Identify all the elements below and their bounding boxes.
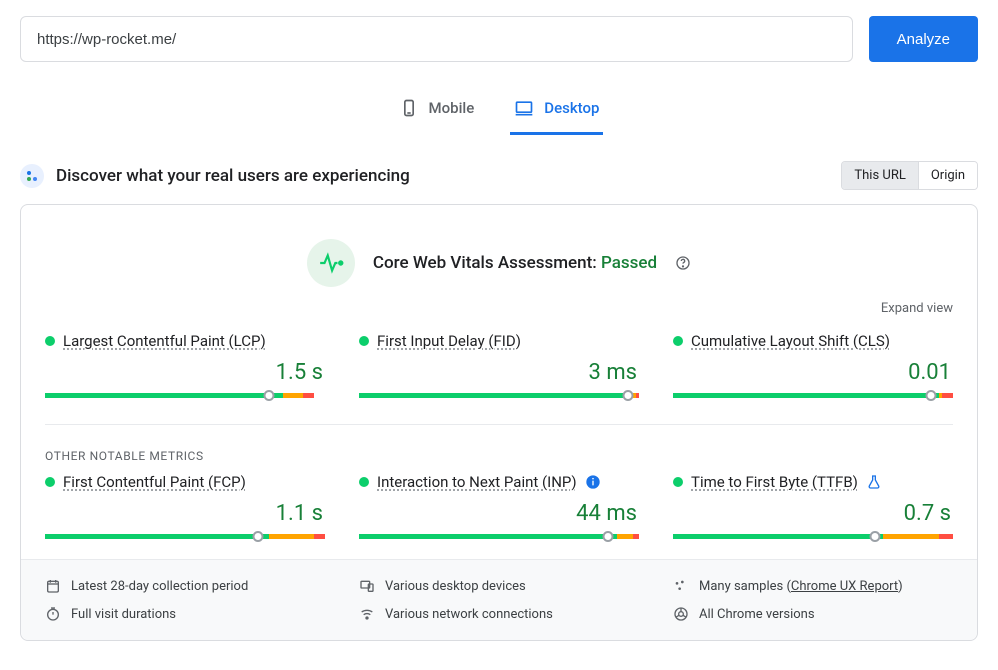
status-dot xyxy=(359,336,369,346)
status-dot xyxy=(359,477,369,487)
tab-mobile-label: Mobile xyxy=(429,99,475,117)
metric-fcp-label[interactable]: First Contentful Paint (FCP) xyxy=(63,473,246,491)
status-dot xyxy=(45,336,55,346)
timer-icon xyxy=(45,606,61,622)
scope-segmented: This URL Origin xyxy=(841,161,978,190)
footer-period: Latest 28-day collection period xyxy=(45,578,325,594)
metric-fcp-value: 1.1 s xyxy=(45,501,325,526)
other-metrics-header: OTHER NOTABLE METRICS xyxy=(21,425,977,467)
footer-samples: Many samples (Chrome UX Report) xyxy=(673,578,953,594)
scatter-icon xyxy=(673,578,689,594)
tab-mobile[interactable]: Mobile xyxy=(395,86,479,135)
status-dot xyxy=(45,477,55,487)
scope-origin[interactable]: Origin xyxy=(918,162,977,189)
info-icon[interactable] xyxy=(585,474,601,490)
footer-network: Various network connections xyxy=(359,606,639,622)
metric-cls: Cumulative Layout Shift (CLS) 0.01 xyxy=(673,332,953,398)
assessment-prefix: Core Web Vitals Assessment: xyxy=(373,253,601,273)
flask-icon[interactable] xyxy=(866,474,882,490)
metric-fcp-bar xyxy=(45,534,325,539)
chrome-ux-report-link[interactable]: Chrome UX Report xyxy=(791,579,898,594)
metric-fid-value: 3 ms xyxy=(359,360,639,385)
metric-inp-value: 44 ms xyxy=(359,501,639,526)
metric-inp-label[interactable]: Interaction to Next Paint (INP) xyxy=(377,473,577,491)
device-tabs: Mobile Desktop xyxy=(20,86,978,135)
metric-lcp-value: 1.5 s xyxy=(45,360,325,385)
metric-ttfb-value: 0.7 s xyxy=(673,501,953,526)
desktop-icon xyxy=(514,98,534,118)
metric-ttfb: Time to First Byte (TTFB) 0.7 s xyxy=(673,473,953,539)
metric-fid-label[interactable]: First Input Delay (FID) xyxy=(377,332,521,350)
status-dot xyxy=(673,477,683,487)
metric-fid-bar xyxy=(359,393,639,398)
footer-versions: All Chrome versions xyxy=(673,606,953,622)
analyze-button[interactable]: Analyze xyxy=(869,16,978,62)
help-icon[interactable] xyxy=(675,255,691,271)
metric-lcp-bar xyxy=(45,393,325,398)
card-footer: Latest 28-day collection period Various … xyxy=(21,559,977,640)
url-input[interactable] xyxy=(20,16,853,62)
metric-cls-bar xyxy=(673,393,953,398)
tab-desktop[interactable]: Desktop xyxy=(510,86,603,135)
metric-ttfb-label[interactable]: Time to First Byte (TTFB) xyxy=(691,473,858,491)
metric-lcp-label[interactable]: Largest Contentful Paint (LCP) xyxy=(63,332,266,350)
assessment-status: Passed xyxy=(601,253,657,273)
footer-duration: Full visit durations xyxy=(45,606,325,622)
metric-fid: First Input Delay (FID) 3 ms xyxy=(359,332,639,398)
field-data-card: Core Web Vitals Assessment: Passed Expan… xyxy=(20,204,978,641)
metric-inp-bar xyxy=(359,534,639,539)
tab-desktop-label: Desktop xyxy=(544,99,599,117)
section-title: Discover what your real users are experi… xyxy=(56,166,829,186)
mobile-icon xyxy=(399,98,419,118)
calendar-icon xyxy=(45,578,61,594)
devices-icon xyxy=(359,578,375,594)
expand-view-link[interactable]: Expand view xyxy=(21,301,977,326)
status-dot xyxy=(673,336,683,346)
metric-fcp: First Contentful Paint (FCP) 1.1 s xyxy=(45,473,325,539)
metric-inp: Interaction to Next Paint (INP) 44 ms xyxy=(359,473,639,539)
pulse-icon xyxy=(307,239,355,287)
scope-this-url[interactable]: This URL xyxy=(842,162,917,189)
footer-devices: Various desktop devices xyxy=(359,578,639,594)
metric-cls-label[interactable]: Cumulative Layout Shift (CLS) xyxy=(691,332,890,350)
chrome-icon xyxy=(673,606,689,622)
cwv-assessment: Core Web Vitals Assessment: Passed xyxy=(21,205,977,301)
metric-ttfb-bar xyxy=(673,534,953,539)
network-icon xyxy=(359,606,375,622)
metric-lcp: Largest Contentful Paint (LCP) 1.5 s xyxy=(45,332,325,398)
crux-icon xyxy=(20,164,44,188)
metric-cls-value: 0.01 xyxy=(673,360,953,385)
